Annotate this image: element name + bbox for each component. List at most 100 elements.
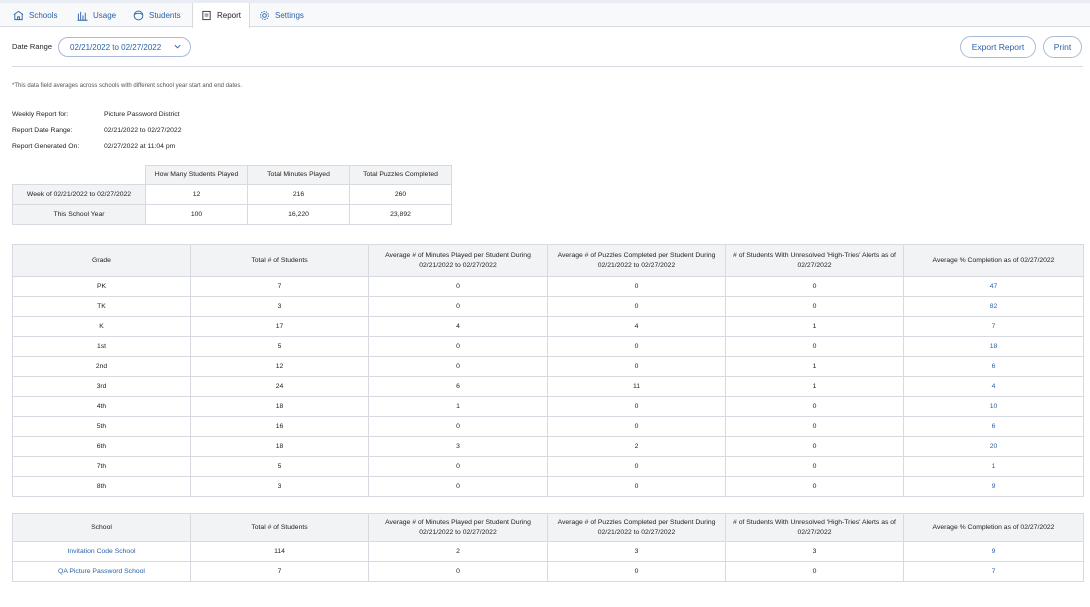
export-report-button[interactable]: Export Report — [960, 36, 1036, 58]
table-cell: This School Year — [12, 204, 146, 225]
table-cell: 0 — [725, 476, 904, 497]
table-header-row: Grade Total # of Students Average # of M… — [12, 244, 1084, 277]
table-cell: 0 — [547, 456, 726, 477]
date-range-select[interactable]: 02/21/2022 to 02/27/2022 — [58, 37, 191, 57]
tab-label: Students — [149, 10, 181, 20]
table-cell: 16 — [190, 416, 369, 437]
meta-key: Report Generated On: — [12, 143, 80, 150]
table-cell: 24 — [190, 376, 369, 397]
meta-value: 02/27/2022 at 11:04 pm — [104, 143, 176, 150]
table-cell: 5 — [190, 456, 369, 477]
tab-schools[interactable]: Schools — [13, 3, 57, 27]
table-header: # of Students With Unresolved 'High-Trie… — [725, 244, 904, 277]
grade-table: Grade Total # of Students Average # of M… — [12, 244, 1084, 497]
table-cell: 0 — [368, 336, 548, 357]
table-header: Grade — [12, 244, 191, 277]
footnote: *This data field averages across schools… — [12, 83, 243, 89]
table-cell: 0 — [368, 416, 548, 437]
meta-value: Picture Password District — [104, 111, 180, 118]
table-cell: 0 — [725, 276, 904, 297]
tab-usage[interactable]: Usage — [77, 3, 116, 27]
table-cell: 0 — [368, 356, 548, 377]
table-cell: 0 — [547, 476, 726, 497]
table-cell: 0 — [368, 276, 548, 297]
table-cell: 20 — [903, 436, 1084, 457]
table-cell: 1 — [368, 396, 548, 417]
table-cell: 6th — [12, 436, 191, 457]
table-header: Average # of Puzzles Completed per Stude… — [547, 244, 726, 277]
school-table: School Total # of Students Average # of … — [12, 513, 1084, 582]
table-cell: 4 — [903, 376, 1084, 397]
table-row: 7th 5 0 0 0 1 — [12, 456, 1084, 477]
table-cell: 2 — [547, 436, 726, 457]
tab-label: Report — [217, 11, 242, 20]
table-row: Invitation Code School 114 2 3 3 9 — [12, 541, 1084, 562]
table-cell: 0 — [725, 416, 904, 437]
school-link[interactable]: QA Picture Password School — [12, 561, 191, 582]
tab-label: Settings — [275, 10, 304, 20]
table-row: Week of 02/21/2022 to 02/27/2022 12 216 … — [12, 184, 452, 205]
table-cell: 0 — [547, 396, 726, 417]
table-header: School — [12, 513, 191, 542]
table-cell: 18 — [190, 436, 369, 457]
table-cell: 2nd — [12, 356, 191, 377]
table-cell: PK — [12, 276, 191, 297]
table-cell: 3rd — [12, 376, 191, 397]
table-cell: 0 — [547, 416, 726, 437]
table-header: Total Puzzles Completed — [349, 165, 452, 185]
summary-table: How Many Students Played Total Minutes P… — [12, 165, 452, 225]
table-cell: 1st — [12, 336, 191, 357]
table-cell: 100 — [145, 204, 248, 225]
table-cell: 4 — [547, 316, 726, 337]
table-row: K 17 4 4 1 7 — [12, 316, 1084, 337]
table-cell: 7 — [903, 561, 1084, 582]
table-cell: 7 — [190, 276, 369, 297]
table-header: Average # of Puzzles Completed per Stude… — [547, 513, 726, 542]
table-cell: 3 — [725, 541, 904, 562]
meta-value: 02/21/2022 to 02/27/2022 — [104, 127, 182, 134]
table-cell: 3 — [547, 541, 726, 562]
table-header: Total Minutes Played — [247, 165, 350, 185]
divider — [12, 66, 1083, 67]
table-cell: 11 — [547, 376, 726, 397]
table-cell: 3 — [190, 296, 369, 317]
table-cell: 23,892 — [349, 204, 452, 225]
gear-icon — [260, 10, 269, 20]
table-cell: 0 — [725, 396, 904, 417]
table-header-row: How Many Students Played Total Minutes P… — [12, 165, 452, 185]
chevron-down-icon — [174, 44, 181, 49]
table-cell: 8th — [12, 476, 191, 497]
table-cell: 0 — [725, 296, 904, 317]
tab-settings[interactable]: Settings — [259, 3, 304, 27]
student-face-icon — [133, 10, 144, 20]
table-cell: 216 — [247, 184, 350, 205]
table-cell: 0 — [368, 296, 548, 317]
table-header: Average # of Minutes Played per Student … — [368, 244, 548, 277]
table-cell: 7th — [12, 456, 191, 477]
date-range-value: 02/21/2022 to 02/27/2022 — [70, 42, 162, 52]
table-cell: 12 — [145, 184, 248, 205]
table-cell: 0 — [725, 456, 904, 477]
table-cell: 0 — [725, 436, 904, 457]
table-cell: 0 — [725, 336, 904, 357]
tab-report[interactable]: Report — [192, 3, 250, 28]
table-row: 2nd 12 0 0 1 6 — [12, 356, 1084, 377]
table-cell: 0 — [725, 561, 904, 582]
table-header: Average % Completion as of 02/27/2022 — [903, 244, 1084, 277]
school-link[interactable]: Invitation Code School — [12, 541, 191, 562]
table-cell: K — [12, 316, 191, 337]
table-row: 6th 18 3 2 0 20 — [12, 436, 1084, 457]
table-cell: 7 — [903, 316, 1084, 337]
table-cell: Week of 02/21/2022 to 02/27/2022 — [12, 184, 146, 205]
table-cell: 9 — [903, 541, 1084, 562]
table-cell: 6 — [903, 416, 1084, 437]
table-cell: TK — [12, 296, 191, 317]
table-cell: 12 — [190, 356, 369, 377]
table-cell: 0 — [368, 476, 548, 497]
report-icon — [202, 10, 211, 21]
table-row: 5th 16 0 0 0 6 — [12, 416, 1084, 437]
table-cell: 0 — [368, 561, 548, 582]
print-button[interactable]: Print — [1043, 36, 1082, 58]
tab-students[interactable]: Students — [133, 3, 181, 27]
table-row: 3rd 24 6 11 1 4 — [12, 376, 1084, 397]
